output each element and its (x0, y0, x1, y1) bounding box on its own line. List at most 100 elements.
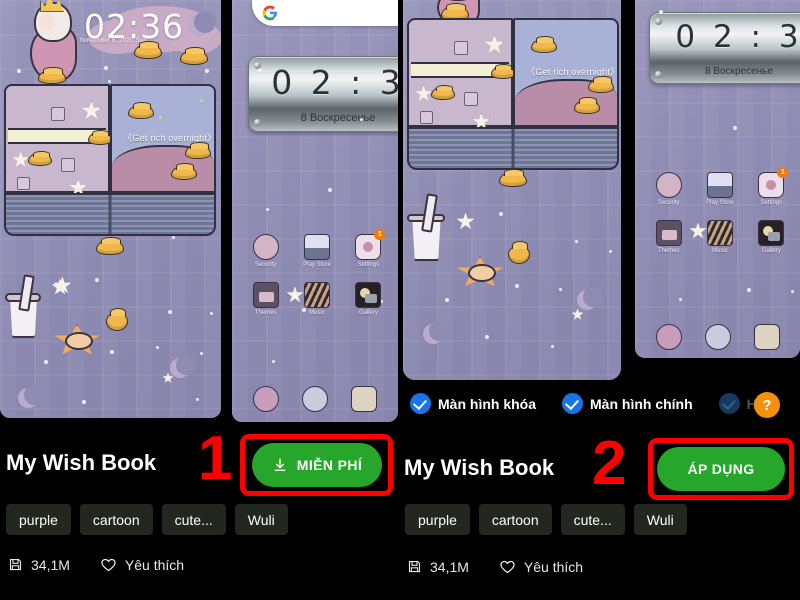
bag-icon (303, 234, 330, 260)
gallery-icon (355, 282, 382, 308)
file-size-value: 34,1M (430, 558, 469, 575)
tag-chip[interactable]: cartoon (79, 504, 153, 535)
download-icon (274, 458, 286, 471)
app-item[interactable]: Play Store (295, 234, 338, 268)
file-size: 34,1M (407, 559, 469, 575)
themes-icon (655, 220, 682, 246)
checkbox-third-truncated[interactable]: H (718, 393, 757, 414)
moon-icon (170, 355, 196, 378)
tag-chip[interactable]: purple (6, 504, 71, 535)
gold-ingot-icon (180, 46, 208, 65)
app-grid: Security Play Store 1 Settings Themes Mu… (244, 229, 390, 316)
bag-icon (706, 172, 733, 198)
app-item[interactable]: Themes (647, 220, 690, 254)
gallery-icon (758, 220, 785, 246)
app-label: Themes (657, 248, 680, 254)
preview-lockscreen-left[interactable]: 02:36 November 8, 2020 Sun 《Get rich ove… (0, 0, 221, 418)
apply-target-options: Màn hình khóa Màn hình chính H (410, 393, 757, 414)
messages-icon[interactable] (350, 386, 377, 412)
drink-cup-illustration (5, 273, 41, 338)
file-size: 34,1M (8, 557, 70, 573)
phone-icon[interactable] (656, 324, 683, 350)
app-label: Play Store (706, 200, 734, 206)
page-title: My Wish Book (404, 455, 555, 480)
gold-ingot-icon (134, 40, 162, 59)
tag-list: purple cartoon cute... Wuli (405, 504, 687, 535)
app-item[interactable]: Music (698, 220, 741, 254)
star-kitty-illustration (52, 324, 102, 356)
favorite-button[interactable]: Yêu thích (100, 556, 184, 573)
tag-chip[interactable]: Wuli (234, 504, 288, 535)
app-label: Music (712, 248, 728, 254)
tag-chip[interactable]: Wuli (633, 504, 687, 535)
checkbox-checked-icon[interactable] (410, 393, 431, 414)
app-label: Music (309, 310, 325, 316)
screenshot-root: 02:36 November 8, 2020 Sun 《Get rich ove… (0, 0, 800, 600)
music-icon (303, 282, 330, 308)
tag-chip[interactable]: cute... (560, 504, 625, 535)
checkbox-checked-icon[interactable] (718, 393, 740, 414)
checkbox-label: Màn hình chính (590, 395, 693, 412)
saturn-icon (252, 234, 279, 260)
app-item[interactable]: Music (295, 282, 338, 316)
save-icon (408, 560, 421, 573)
app-item[interactable]: Security (647, 172, 690, 206)
favorite-label: Yêu thích (523, 558, 584, 575)
download-button[interactable]: MIỄN PHÍ (252, 443, 382, 487)
preview-lockscreen-right[interactable]: 《Get rich overnight》 (403, 0, 621, 380)
app-item[interactable]: Security (244, 234, 287, 268)
sparkle-dots (232, 0, 398, 422)
save-icon (9, 558, 22, 571)
checkbox-homescreen[interactable]: Màn hình chính (562, 393, 693, 414)
heart-icon (101, 558, 116, 572)
checkbox-checked-icon[interactable] (562, 393, 583, 414)
checkbox-label: Màn hình khóa (438, 395, 536, 412)
app-badge: 1 (374, 229, 386, 240)
app-grid: Security Play Store 1 Settings Themes Mu… (647, 167, 793, 254)
book-illustration: 《Get rich overnight》 (4, 84, 216, 236)
apply-button-label: ÁP DỤNG (687, 461, 755, 477)
moon-icon (18, 385, 44, 408)
app-label: Themes (254, 310, 277, 316)
app-item[interactable]: Gallery (347, 282, 390, 316)
preview-homescreen-right[interactable]: 0 2 : 3 8 Воскресенье Security Play Stor… (635, 0, 800, 358)
app-dock (242, 384, 388, 414)
app-dock (645, 322, 791, 352)
tag-chip[interactable]: cartoon (478, 504, 552, 535)
meta-row: 34,1M Yêu thích (407, 558, 583, 575)
download-button-label: MIỄN PHÍ (296, 457, 363, 473)
app-item[interactable]: Themes (244, 282, 287, 316)
phone-icon[interactable] (253, 386, 280, 412)
app-item[interactable]: Gallery (750, 220, 793, 254)
preview-homescreen-left[interactable]: 0 2 : 3 8 Воскресенье Security Play Stor… (232, 0, 398, 422)
app-label: Gallery (358, 310, 378, 316)
app-label: Gallery (761, 248, 781, 254)
tag-list: purple cartoon cute... Wuli (6, 504, 288, 535)
favorite-button[interactable]: Yêu thích (499, 558, 583, 575)
apply-button[interactable]: ÁP DỤNG (657, 447, 785, 491)
browser-icon[interactable] (704, 324, 731, 350)
moon-icon (188, 10, 217, 36)
app-label: Settings (760, 200, 783, 206)
browser-icon[interactable] (301, 386, 328, 412)
checkbox-lockscreen[interactable]: Màn hình khóa (410, 393, 536, 414)
app-label: Security (254, 262, 277, 268)
file-size-value: 34,1M (31, 556, 70, 573)
app-item[interactable]: 1 Settings (347, 229, 390, 268)
help-button[interactable]: ? (754, 392, 780, 418)
meta-row: 34,1M Yêu thích (8, 556, 184, 573)
favorite-label: Yêu thích (124, 556, 185, 573)
tag-chip[interactable]: cute... (161, 504, 226, 535)
themes-icon (252, 282, 279, 308)
camera-gear-icon: 1 (758, 167, 789, 198)
saturn-icon (655, 172, 682, 198)
app-item[interactable]: Play Store (698, 172, 741, 206)
app-item[interactable]: 1 Settings (750, 167, 793, 206)
moon-icon (577, 287, 603, 310)
app-label: Settings (357, 262, 380, 268)
music-icon (706, 220, 733, 246)
heart-icon (500, 560, 515, 574)
messages-icon[interactable] (753, 324, 780, 350)
app-badge: 1 (777, 167, 789, 178)
tag-chip[interactable]: purple (405, 504, 470, 535)
